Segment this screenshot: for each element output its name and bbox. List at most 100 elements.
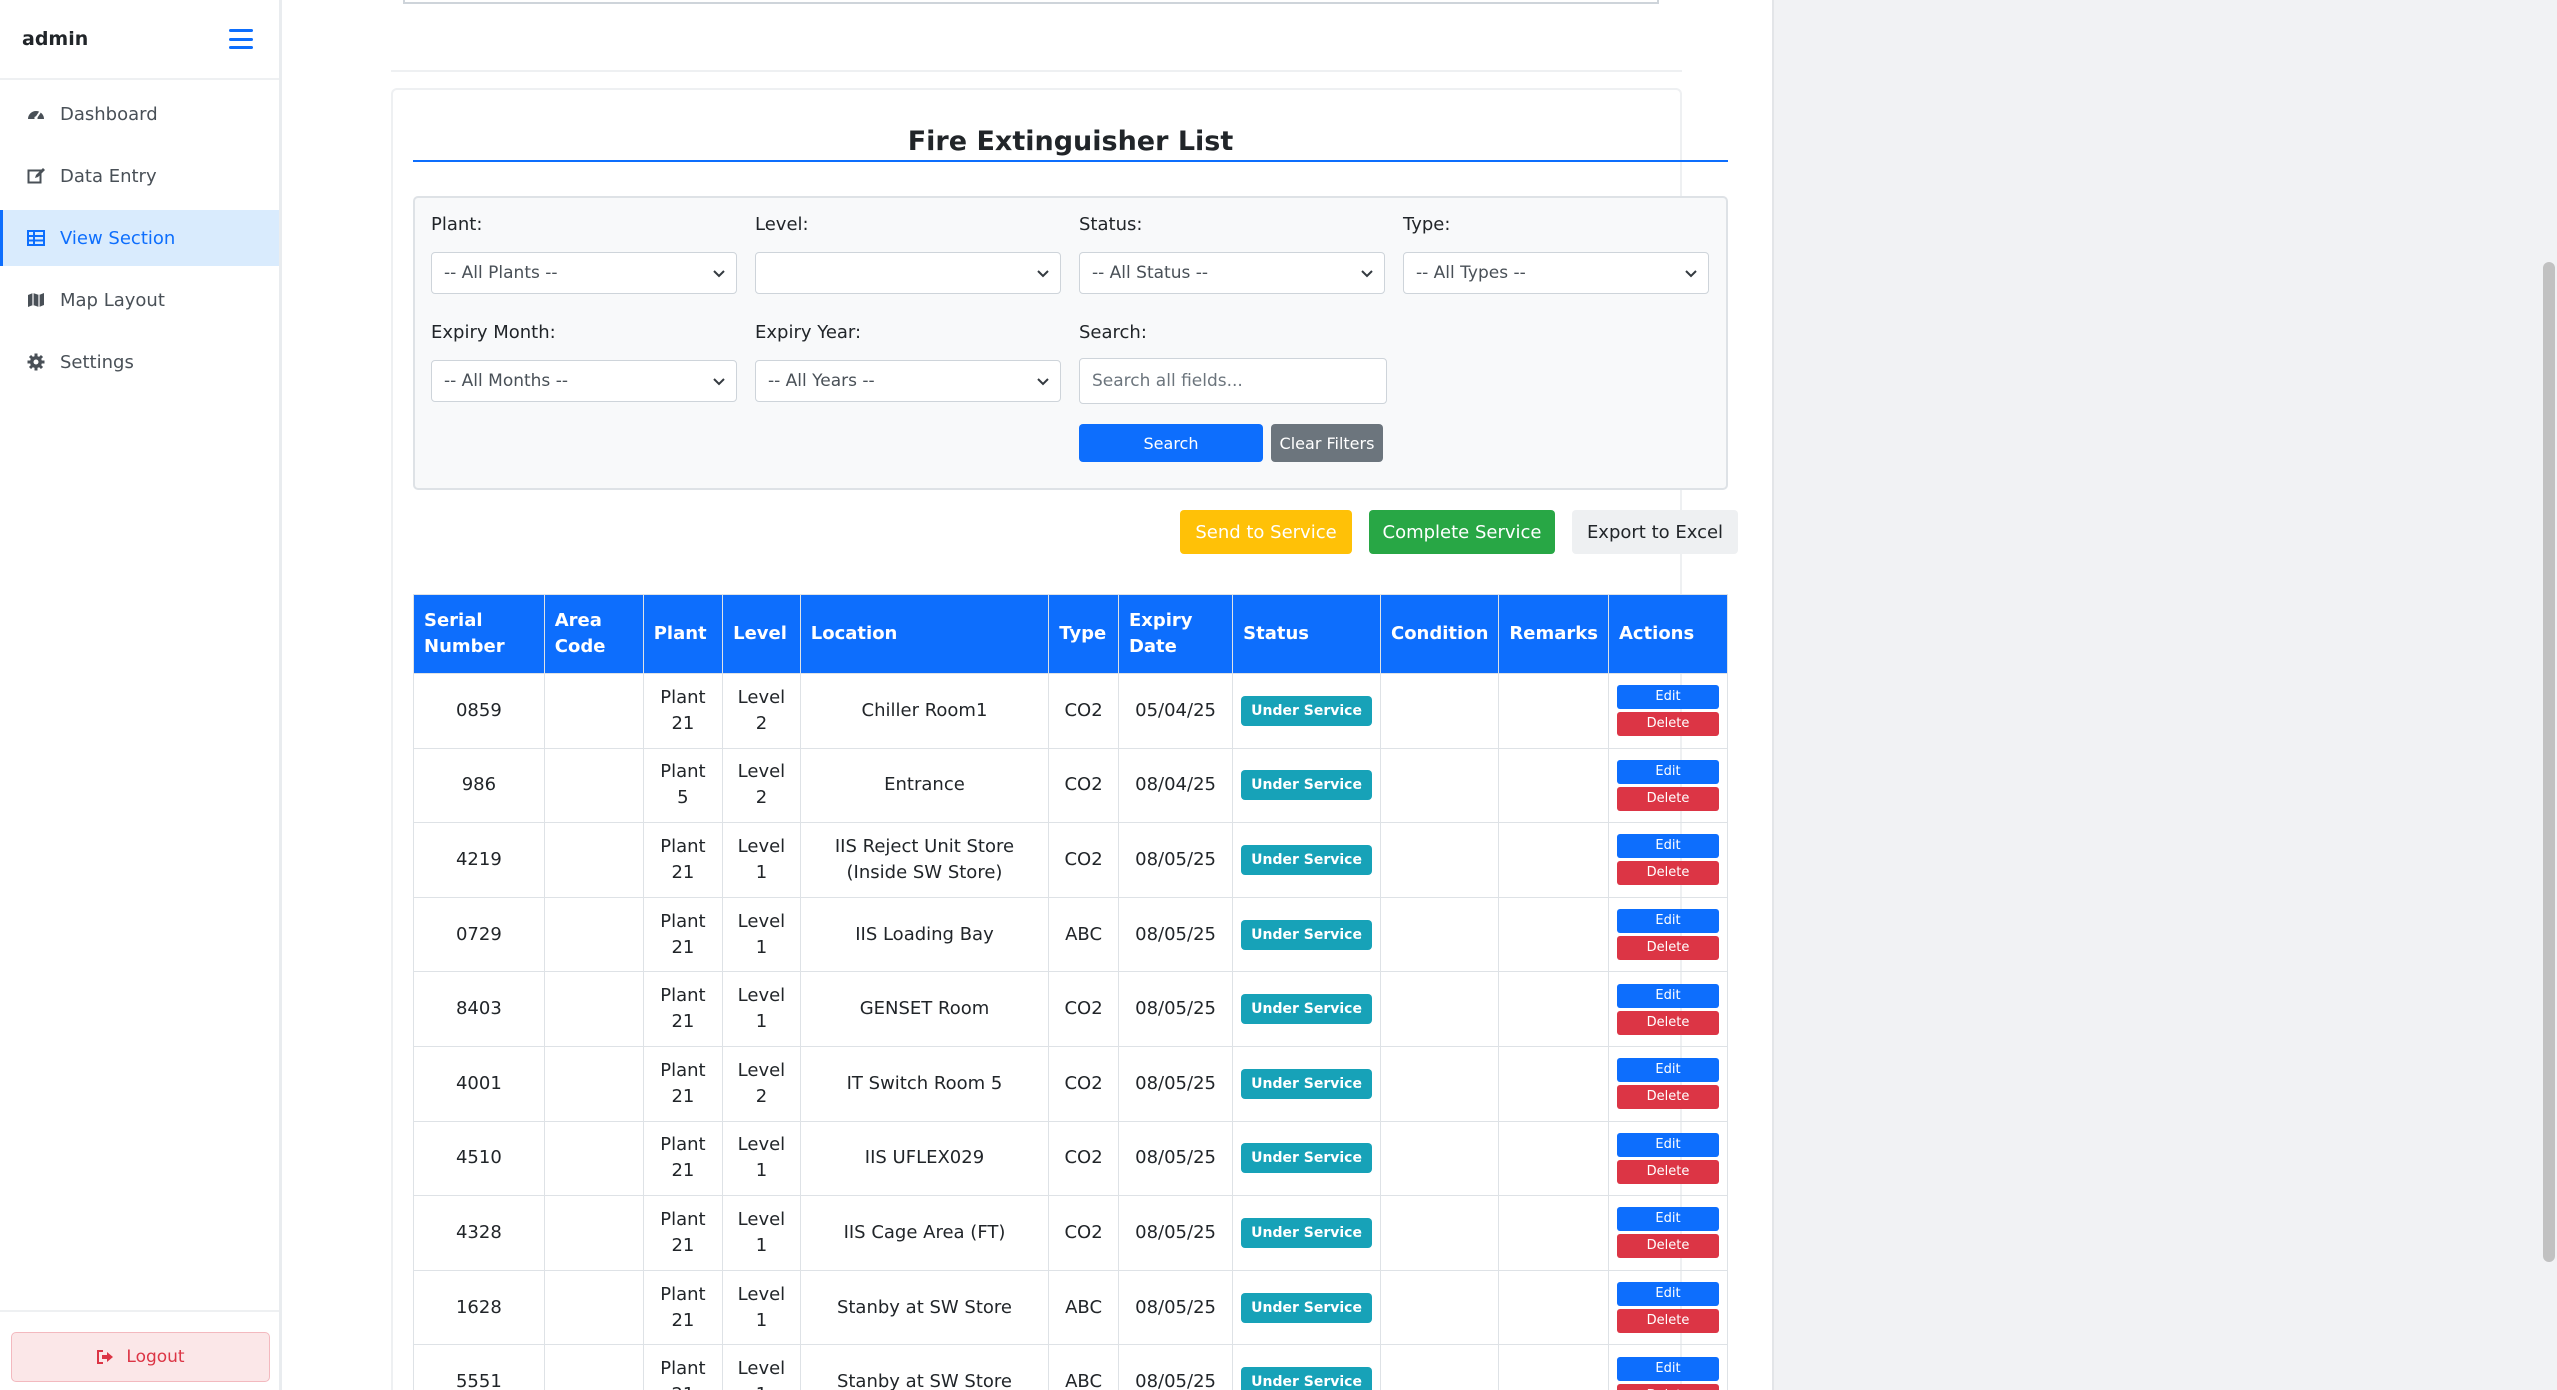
table-row[interactable]: 0729 Plant 21 Level 1 IIS Loading Bay ABC 08/… <box>413 896 1729 973</box>
table-row[interactable]: 4510 Plant 21 Level 1 IIS UFLEX029 CO2 08/05/… <box>413 1120 1729 1197</box>
cell-expiry: 05/04/25 <box>1117 673 1234 749</box>
cell-actions: EditDelete <box>1607 747 1729 824</box>
cell-plant: Plant 21 <box>642 971 724 1047</box>
sidebar-item-label: Dashboard <box>60 103 158 125</box>
scrollbar-thumb[interactable] <box>2543 262 2555 1262</box>
table-row[interactable]: 0859 Plant 21 Level 2 Chiller Room1 CO2 05/04… <box>413 673 1729 749</box>
delete-button[interactable]: Delete <box>1616 1159 1719 1184</box>
cell-condition <box>1379 1269 1500 1346</box>
sidebar-item-view-section[interactable]: View Section <box>0 210 279 266</box>
previous-section-box <box>403 0 1659 4</box>
cell-plant: Plant 21 <box>642 1269 724 1346</box>
delete-button[interactable]: Delete <box>1616 1309 1719 1334</box>
column-header: Level <box>722 594 801 674</box>
delete-button[interactable]: Delete <box>1616 1383 1719 1390</box>
cell-actions: EditDelete <box>1607 673 1729 749</box>
expiry-month-filter-select[interactable]: -- All Months -- <box>431 360 737 402</box>
edit-button[interactable]: Edit <box>1616 1207 1719 1232</box>
cell-location: Chiller Room1 <box>799 673 1050 749</box>
delete-button[interactable]: Delete <box>1616 786 1719 811</box>
sidebar-item-settings[interactable]: Settings <box>0 334 279 390</box>
cell-expiry: 08/05/25 <box>1117 1344 1234 1390</box>
cell-area <box>543 971 644 1047</box>
expiry-year-filter-select[interactable]: -- All Years -- <box>755 360 1061 402</box>
delete-button[interactable]: Delete <box>1616 1010 1719 1035</box>
cell-actions: EditDelete <box>1607 1269 1729 1346</box>
edit-button[interactable]: Edit <box>1616 983 1719 1008</box>
plant-filter-select[interactable]: -- All Plants -- <box>431 252 737 294</box>
extinguisher-table: Serial Number Area Code Plant Level Location… <box>413 594 1729 1390</box>
delete-button[interactable]: Delete <box>1616 1085 1719 1110</box>
cell-serial: 4510 <box>413 1120 545 1197</box>
chevron-down-icon <box>1685 270 1697 278</box>
cell-location: IT Switch Room 5 <box>799 1045 1050 1122</box>
search-label: Search: <box>1079 322 1147 343</box>
search-button[interactable]: Search <box>1079 424 1263 462</box>
edit-icon <box>26 166 46 186</box>
cell-expiry: 08/05/25 <box>1117 896 1234 973</box>
hamburger-menu-icon[interactable] <box>229 29 253 49</box>
status-badge: Under Service <box>1241 1217 1372 1248</box>
cell-type: ABC <box>1048 896 1119 973</box>
page-background-right <box>1772 0 2557 1390</box>
level-filter-select[interactable] <box>755 252 1061 294</box>
export-to-excel-button[interactable]: Export to Excel <box>1572 510 1738 554</box>
delete-button[interactable]: Delete <box>1616 861 1719 886</box>
status-badge: Under Service <box>1241 1292 1372 1323</box>
edit-button[interactable]: Edit <box>1616 909 1719 934</box>
table-row[interactable]: 5551 Plant 21Level 1Stanby at SW StoreABC… <box>413 1344 1729 1390</box>
edit-button[interactable]: Edit <box>1616 1282 1719 1307</box>
send-to-service-button[interactable]: Send to Service <box>1180 510 1352 554</box>
column-header: Actions <box>1607 594 1729 674</box>
clear-filters-button[interactable]: Clear Filters <box>1271 424 1383 462</box>
sidebar-item-map-layout[interactable]: Map Layout <box>0 272 279 328</box>
status-filter-select[interactable]: -- All Status -- <box>1079 252 1385 294</box>
cell-status: Under Service <box>1232 971 1381 1047</box>
edit-button[interactable]: Edit <box>1616 685 1719 710</box>
table-row[interactable]: 8403 Plant 21 Level 1 GENSET Room CO2 08/05/2… <box>413 971 1729 1047</box>
filter-panel: Plant: -- All Plants -- Level: Status: -… <box>413 196 1728 490</box>
cell-location: IIS UFLEX029 <box>799 1120 1050 1197</box>
table-row[interactable]: 4001 Plant 21 Level 2 IT Switch Room 5 CO2 08… <box>413 1045 1729 1122</box>
delete-button[interactable]: Delete <box>1616 936 1719 961</box>
edit-button[interactable]: Edit <box>1616 834 1719 859</box>
cell-area <box>543 1045 644 1122</box>
cell-area <box>543 1344 644 1390</box>
delete-button[interactable]: Delete <box>1616 1234 1719 1259</box>
search-input[interactable]: Search all fields... <box>1079 358 1387 404</box>
table-row[interactable]: 4328 Plant 21 Level 1 IIS Cage Area (FT) CO2… <box>413 1195 1729 1271</box>
edit-button[interactable]: Edit <box>1616 1356 1719 1381</box>
type-filter-select[interactable]: -- All Types -- <box>1403 252 1709 294</box>
edit-button[interactable]: Edit <box>1616 759 1719 784</box>
cell-expiry: 08/05/25 <box>1117 1269 1234 1346</box>
table-row[interactable]: 4219 Plant 21 Level 1 IIS Reject Unit Store… <box>413 822 1729 898</box>
cell-condition <box>1379 896 1500 973</box>
cell-location: Entrance <box>799 747 1050 824</box>
cell-actions: EditDelete <box>1607 1195 1729 1271</box>
complete-service-button[interactable]: Complete Service <box>1369 510 1555 554</box>
expiry-month-filter-label: Expiry Month: <box>431 322 556 343</box>
delete-button[interactable]: Delete <box>1616 712 1719 737</box>
cell-serial: 5551 <box>413 1344 545 1390</box>
logout-button[interactable]: Logout <box>11 1332 270 1382</box>
cell-type: CO2 <box>1048 1120 1119 1197</box>
cell-remarks <box>1498 822 1609 898</box>
cell-actions: EditDelete <box>1607 1120 1729 1197</box>
chevron-down-icon <box>713 270 725 278</box>
edit-button[interactable]: Edit <box>1616 1132 1719 1157</box>
cell-condition <box>1379 1195 1500 1271</box>
cell-serial: 4001 <box>413 1045 545 1122</box>
table-header-row: Serial Number Area Code Plant Level Location… <box>413 594 1729 674</box>
table-row[interactable]: 1628 Plant 21 Level 1 Stanby at SW Store ABC… <box>413 1269 1729 1346</box>
cell-serial: 0859 <box>413 673 545 749</box>
cell-type: CO2 <box>1048 1045 1119 1122</box>
cell-serial: 8403 <box>413 971 545 1047</box>
cell-remarks <box>1498 673 1609 749</box>
edit-button[interactable]: Edit <box>1616 1058 1719 1083</box>
sidebar-item-label: View Section <box>60 227 176 249</box>
sidebar-item-dashboard[interactable]: Dashboard <box>0 86 279 142</box>
cell-remarks <box>1498 1045 1609 1122</box>
table-row[interactable]: 986 Plant 5 Level 2 Entrance CO2 08/04/25 Unde… <box>413 747 1729 824</box>
cell-level: Level 1 <box>722 1195 801 1271</box>
sidebar-item-data-entry[interactable]: Data Entry <box>0 148 279 204</box>
